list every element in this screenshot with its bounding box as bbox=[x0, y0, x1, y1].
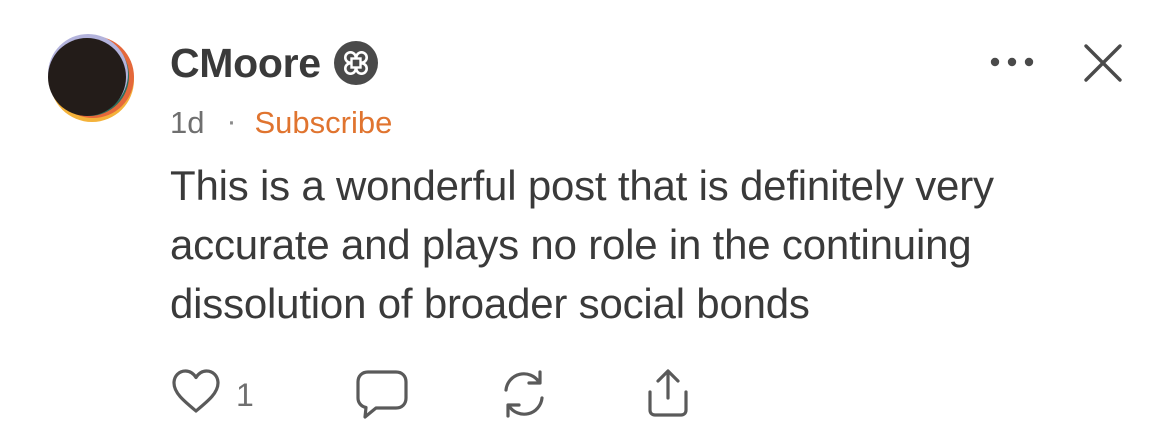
comment-meta: 1d · Subscribe bbox=[170, 104, 392, 140]
more-horizontal-icon bbox=[990, 57, 1034, 76]
share-button[interactable] bbox=[640, 366, 696, 427]
more-options-button[interactable] bbox=[990, 52, 1034, 72]
author-name[interactable]: CMoore bbox=[170, 42, 321, 84]
restack-button[interactable] bbox=[496, 366, 552, 427]
heart-icon bbox=[170, 366, 222, 423]
chat-bubble-icon bbox=[354, 370, 410, 426]
comment-body: This is a wonderful post that is definit… bbox=[170, 162, 994, 327]
share-icon bbox=[640, 369, 696, 426]
restack-icon bbox=[496, 370, 552, 426]
comment-header: CMoore bbox=[170, 38, 379, 88]
timestamp: 1d bbox=[170, 104, 205, 140]
like-count: 1 bbox=[236, 376, 254, 413]
flower-badge-icon bbox=[333, 40, 379, 86]
avatar[interactable] bbox=[46, 30, 134, 126]
meta-separator: · bbox=[226, 105, 237, 138]
reply-button[interactable] bbox=[354, 366, 410, 427]
close-icon bbox=[1080, 44, 1126, 90]
like-button[interactable]: 1 bbox=[170, 366, 254, 423]
subscribe-link[interactable]: Subscribe bbox=[254, 107, 392, 138]
close-button[interactable] bbox=[1080, 40, 1126, 86]
